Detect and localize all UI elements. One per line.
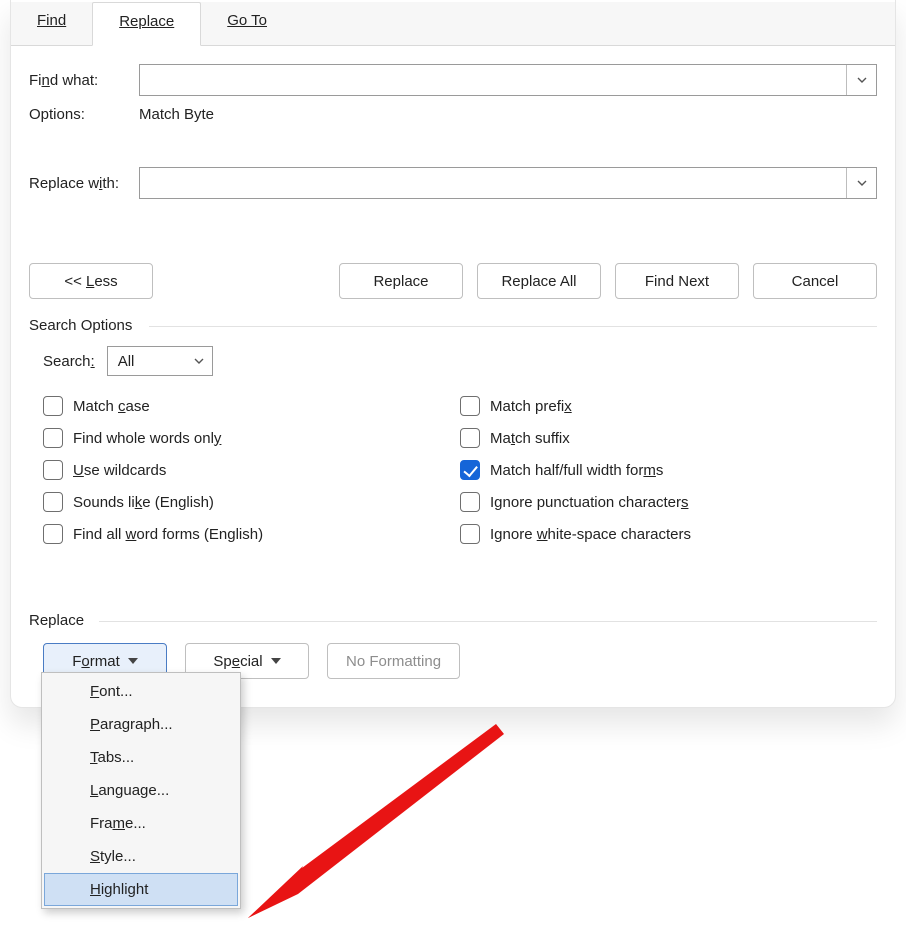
- replace-with-combo[interactable]: [139, 167, 877, 199]
- find-what-dropdown[interactable]: [846, 65, 876, 95]
- checkbox-option[interactable]: Ignore white-space characters: [460, 518, 877, 550]
- checkbox-option[interactable]: Find all word forms (English): [43, 518, 460, 550]
- checkbox-option[interactable]: Sounds like (English): [43, 486, 460, 518]
- checkbox-label: Match case: [73, 398, 150, 415]
- search-direction-value: All: [118, 353, 135, 370]
- checkbox-label: Find whole words only: [73, 430, 221, 447]
- format-menu-item[interactable]: Language...: [44, 774, 238, 807]
- format-menu-item[interactable]: Highlight: [44, 873, 238, 906]
- checkbox-icon[interactable]: [460, 460, 480, 480]
- checkbox-option[interactable]: Ignore punctuation characters: [460, 486, 877, 518]
- find-next-button[interactable]: Find Next: [615, 263, 739, 299]
- checkbox-icon[interactable]: [460, 492, 480, 512]
- checkbox-label: Sounds like (English): [73, 494, 214, 511]
- format-menu-item[interactable]: Tabs...: [44, 741, 238, 774]
- checkbox-option[interactable]: Find whole words only: [43, 422, 460, 454]
- tab-replace[interactable]: Replace: [92, 2, 201, 46]
- format-menu[interactable]: Font...Paragraph...Tabs...Language...Fra…: [41, 672, 241, 909]
- chevron-down-icon: [857, 75, 867, 85]
- replace-with-input[interactable]: [140, 168, 846, 198]
- search-direction-label: Search:: [43, 353, 95, 370]
- checkbox-label: Ignore white-space characters: [490, 526, 691, 543]
- tab-bar: Find Replace Go To: [11, 2, 895, 46]
- checkbox-label: Find all word forms (English): [73, 526, 263, 543]
- format-menu-item[interactable]: Style...: [44, 840, 238, 873]
- triangle-down-icon: [128, 658, 138, 664]
- tab-goto[interactable]: Go To: [201, 2, 293, 46]
- checkbox-icon[interactable]: [460, 524, 480, 544]
- checkbox-label: Use wildcards: [73, 462, 166, 479]
- no-formatting-button[interactable]: No Formatting: [327, 643, 460, 679]
- replace-with-dropdown[interactable]: [846, 168, 876, 198]
- find-what-combo[interactable]: [139, 64, 877, 96]
- format-menu-item[interactable]: Paragraph...: [44, 708, 238, 741]
- cancel-button[interactable]: Cancel: [753, 263, 877, 299]
- checkbox-icon[interactable]: [43, 492, 63, 512]
- checkbox-option[interactable]: Use wildcards: [43, 454, 460, 486]
- find-what-input[interactable]: [140, 65, 846, 95]
- search-options-legend: Search Options: [29, 317, 877, 334]
- checkbox-icon[interactable]: [43, 396, 63, 416]
- replace-button[interactable]: Replace: [339, 263, 463, 299]
- search-direction-select[interactable]: All: [107, 346, 213, 376]
- checkbox-option[interactable]: Match prefix: [460, 390, 877, 422]
- replace-all-button[interactable]: Replace All: [477, 263, 601, 299]
- format-menu-item[interactable]: Font...: [44, 675, 238, 708]
- checkbox-label: Ignore punctuation characters: [490, 494, 688, 511]
- options-value: Match Byte: [139, 106, 214, 123]
- triangle-down-icon: [271, 658, 281, 664]
- replace-with-label: Replace with:: [29, 175, 139, 192]
- checkbox-icon[interactable]: [43, 460, 63, 480]
- annotation-arrow-icon: [248, 718, 508, 928]
- format-menu-item[interactable]: Frame...: [44, 807, 238, 840]
- checkbox-label: Match half/full width forms: [490, 462, 663, 479]
- checkbox-option[interactable]: Match suffix: [460, 422, 877, 454]
- less-button[interactable]: << Less: [29, 263, 153, 299]
- checkbox-option[interactable]: Match half/full width forms: [460, 454, 877, 486]
- checkbox-icon[interactable]: [460, 396, 480, 416]
- replace-legend: Replace: [29, 612, 877, 629]
- chevron-down-icon: [194, 356, 204, 366]
- find-what-label: Find what:: [29, 72, 139, 89]
- options-label: Options:: [29, 106, 139, 123]
- checkbox-label: Match prefix: [490, 398, 572, 415]
- checkbox-icon[interactable]: [460, 428, 480, 448]
- checkbox-label: Match suffix: [490, 430, 570, 447]
- checkbox-option[interactable]: Match case: [43, 390, 460, 422]
- checkbox-icon[interactable]: [43, 428, 63, 448]
- chevron-down-icon: [857, 178, 867, 188]
- tab-find[interactable]: Find: [11, 2, 92, 46]
- checkbox-icon[interactable]: [43, 524, 63, 544]
